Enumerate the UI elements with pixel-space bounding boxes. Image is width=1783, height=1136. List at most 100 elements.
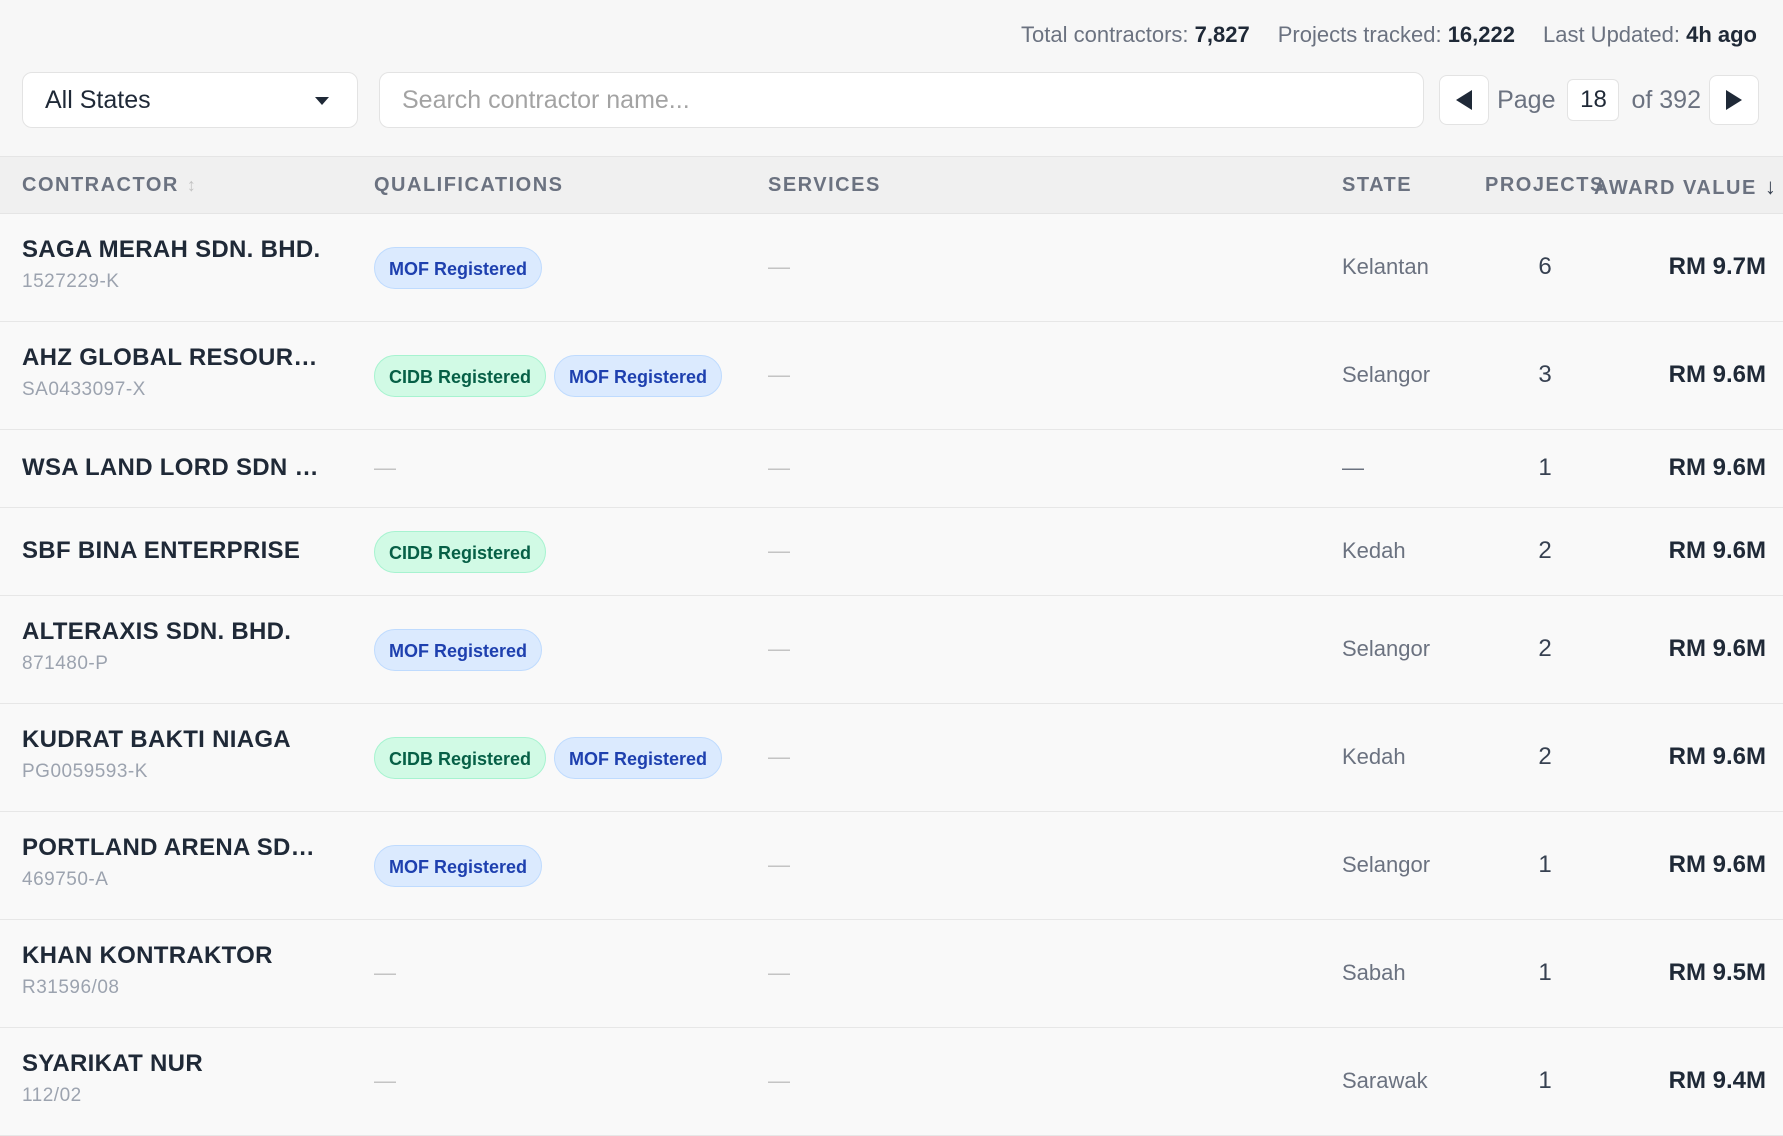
page-label: Page: [1497, 85, 1556, 114]
mof-registered-badge: MOF Registered: [554, 355, 723, 397]
table-row[interactable]: SAGA MERAH SDN. BHD. 1527229-K MOF Registe…: [0, 214, 1783, 322]
award-value: RM 9.7M: [1668, 253, 1766, 280]
column-header-state: STATE: [1342, 174, 1413, 196]
services-cell: —: [768, 362, 790, 387]
cidb-registered-badge: CIDB Registered: [374, 355, 547, 397]
arrow-down-icon: ↓: [1764, 174, 1778, 199]
contractor-name[interactable]: AHZ GLOBAL RESOURCES: [22, 344, 322, 372]
total-contractors-stat: Total contractors: 7,827: [1021, 22, 1250, 47]
state-cell: Sabah: [1342, 960, 1406, 985]
contractor-name[interactable]: ALTERAXIS SDN. BHD.: [22, 618, 322, 646]
cidb-registered-badge: CIDB Registered: [374, 531, 547, 573]
pagination: Page of 392: [1439, 72, 1759, 128]
mof-registered-badge: MOF Registered: [374, 845, 543, 887]
mof-registered-badge: MOF Registered: [554, 737, 723, 779]
table-row[interactable]: SYARIKAT NUR 112/02 — — Sarawak 1 RM 9.4M: [0, 1028, 1783, 1136]
projects-count: 1: [1538, 1067, 1552, 1094]
summary-stats: Total contractors: 7,827 Projects tracke…: [1021, 22, 1757, 48]
registration-number: PG0059593-K: [22, 761, 148, 782]
registration-number: 871480-P: [22, 653, 109, 674]
projects-count: 2: [1538, 537, 1552, 564]
table-row[interactable]: AHZ GLOBAL RESOURCES SA0433097-X CIDB Regi…: [0, 322, 1783, 430]
prev-page-button[interactable]: [1439, 75, 1490, 125]
contractor-name[interactable]: WSA LAND LORD SDN B...: [22, 454, 322, 482]
qualifications-cell: CIDB Registered MOF Registered: [374, 355, 723, 397]
contractor-name[interactable]: KHAN KONTRAKTOR: [22, 942, 322, 970]
services-cell: —: [768, 254, 790, 279]
arrow-left-icon: [1456, 90, 1473, 110]
page-number-input[interactable]: [1567, 79, 1620, 121]
services-cell: —: [768, 538, 790, 563]
column-header-award-value[interactable]: AWARD VALUE ↓: [1594, 174, 1777, 200]
contractor-name[interactable]: KUDRAT BAKTI NIAGA: [22, 726, 322, 754]
column-header-contractor[interactable]: CONTRACTOR ↕: [22, 174, 197, 197]
projects-count: 2: [1538, 635, 1552, 662]
services-cell: —: [768, 744, 790, 769]
state-cell: Kedah: [1342, 744, 1406, 769]
column-header-services: SERVICES: [768, 174, 881, 196]
qualifications-cell: MOF Registered: [374, 247, 543, 289]
qualifications-empty: —: [374, 1068, 396, 1093]
award-value: RM 9.6M: [1668, 537, 1766, 564]
projects-count: 3: [1538, 361, 1552, 388]
table-header: CONTRACTOR ↕ QUALIFICATIONS SERVICES STAT…: [0, 156, 1783, 214]
state-dropdown[interactable]: All States: [22, 72, 358, 128]
table-row[interactable]: SBF BINA ENTERPRISE CIDB Registered — Kedah…: [0, 508, 1783, 596]
contractor-name[interactable]: SAGA MERAH SDN. BHD.: [22, 236, 322, 264]
table-row[interactable]: WSA LAND LORD SDN B... — — — 1 RM 9.6M: [0, 430, 1783, 508]
state-cell: —: [1342, 455, 1364, 480]
table-row[interactable]: PORTLAND ARENA SDN. ... 469750-A MOF Regis…: [0, 812, 1783, 920]
search-input[interactable]: [379, 72, 1424, 128]
table-row[interactable]: ALTERAXIS SDN. BHD. 871480-P MOF Registere…: [0, 596, 1783, 704]
table-body: SAGA MERAH SDN. BHD. 1527229-K MOF Registe…: [0, 214, 1783, 1136]
state-cell: Sarawak: [1342, 1068, 1428, 1093]
table-row[interactable]: KHAN KONTRAKTOR R31596/08 — — Sabah 1 RM 9.5M: [0, 920, 1783, 1028]
registration-number: 1527229-K: [22, 271, 120, 292]
contractor-name[interactable]: SBF BINA ENTERPRISE: [22, 537, 322, 565]
qualifications-cell: CIDB Registered: [374, 531, 547, 573]
contractors-table: CONTRACTOR ↕ QUALIFICATIONS SERVICES STAT…: [0, 156, 1783, 1136]
mof-registered-badge: MOF Registered: [374, 247, 543, 289]
projects-count: 1: [1538, 851, 1552, 878]
award-value: RM 9.6M: [1668, 743, 1766, 770]
registration-number: 112/02: [22, 1085, 82, 1106]
projects-tracked-stat: Projects tracked: 16,222: [1277, 22, 1515, 47]
arrow-right-icon: [1726, 90, 1742, 110]
next-page-button[interactable]: [1709, 75, 1759, 125]
page-total-label: of 392: [1631, 85, 1701, 114]
projects-count: 1: [1538, 454, 1552, 481]
services-cell: —: [768, 960, 790, 985]
qualifications-cell: MOF Registered: [374, 845, 543, 887]
registration-number: 469750-A: [22, 869, 109, 890]
services-cell: —: [768, 1068, 790, 1093]
qualifications-cell: CIDB Registered MOF Registered: [374, 737, 723, 779]
registration-number: SA0433097-X: [22, 379, 146, 400]
filter-bar: All States Page of 392: [22, 72, 1759, 128]
last-updated-stat: Last Updated: 4h ago: [1542, 22, 1757, 47]
award-value: RM 9.5M: [1668, 959, 1766, 986]
state-cell: Selangor: [1342, 362, 1431, 387]
state-cell: Kelantan: [1342, 254, 1429, 279]
services-cell: —: [768, 636, 790, 661]
services-cell: —: [768, 852, 790, 877]
qualifications-empty: —: [374, 455, 396, 480]
sort-icon: ↕: [186, 175, 198, 195]
state-cell: Selangor: [1342, 852, 1431, 877]
award-value: RM 9.6M: [1668, 851, 1766, 878]
contractor-name[interactable]: SYARIKAT NUR: [22, 1050, 322, 1078]
projects-count: 2: [1538, 743, 1552, 770]
chevron-down-icon: [315, 97, 329, 105]
projects-count: 1: [1538, 959, 1552, 986]
state-cell: Selangor: [1342, 636, 1431, 661]
award-value: RM 9.6M: [1668, 361, 1766, 388]
column-header-qualifications: QUALIFICATIONS: [374, 174, 564, 196]
contractor-name[interactable]: PORTLAND ARENA SDN. ...: [22, 834, 322, 862]
qualifications-cell: MOF Registered: [374, 629, 543, 671]
mof-registered-badge: MOF Registered: [374, 629, 543, 671]
column-header-projects[interactable]: PROJECTS: [1485, 174, 1605, 197]
services-cell: —: [768, 455, 790, 480]
projects-count: 6: [1538, 253, 1552, 280]
award-value: RM 9.6M: [1668, 454, 1766, 481]
table-row[interactable]: KUDRAT BAKTI NIAGA PG0059593-K CIDB Regist…: [0, 704, 1783, 812]
state-dropdown-value: All States: [45, 85, 151, 114]
